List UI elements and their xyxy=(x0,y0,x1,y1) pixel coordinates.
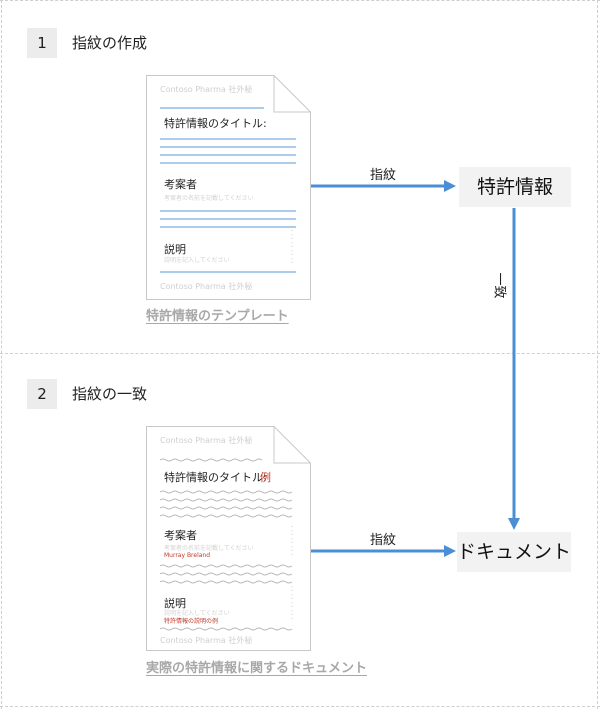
fingerprint-arrow-1-head xyxy=(444,180,456,192)
fingerprint-label-1: 指紋 xyxy=(370,168,397,183)
match-arrow-head xyxy=(508,518,520,530)
fingerprint-arrow-2-head xyxy=(444,545,456,557)
fingerprint-label-2: 指紋 xyxy=(370,533,397,548)
match-label: 一致 xyxy=(491,270,511,301)
arrows-layer xyxy=(311,180,520,557)
